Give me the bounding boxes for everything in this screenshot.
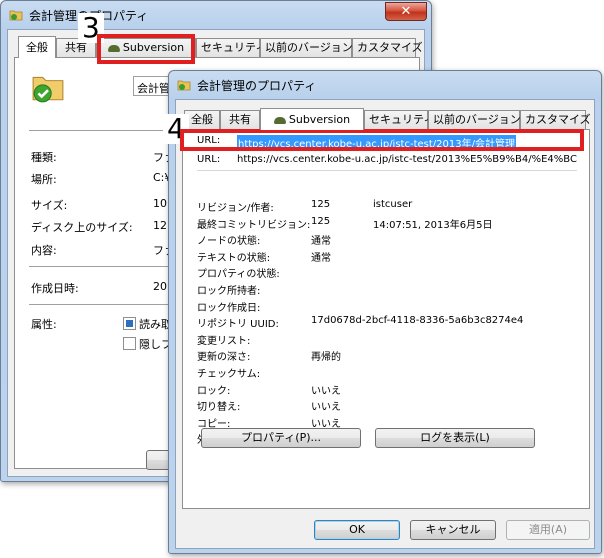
url-decoded-label: URL:: [197, 154, 221, 165]
type-label: 種類:: [31, 151, 57, 164]
front-tab-previous-versions[interactable]: 以前のバージョン: [428, 110, 521, 129]
callout-box-url: [180, 129, 584, 151]
info-label: リポジトリ UUID:: [197, 319, 279, 331]
info-value: いいえ: [311, 402, 341, 414]
front-tab-customize[interactable]: カスタマイズ: [520, 110, 591, 129]
info-label: ロック作成日:: [197, 302, 261, 314]
info-label: プロパティの状態:: [197, 269, 280, 281]
cancel-button[interactable]: キャンセル: [410, 520, 496, 540]
ok-button[interactable]: OK: [314, 520, 400, 540]
url-decoded-value[interactable]: https://vcs.center.kobe-u.ac.jp/istc-tes…: [237, 154, 577, 165]
properties-button[interactable]: プロパティ(P)...: [201, 428, 361, 448]
info-value-secondary: 14:07:51, 2013年6月5日: [373, 219, 493, 231]
info-label: ノードの状態:: [197, 236, 261, 248]
front-tab-panel: URL: https://vcs.center.kobe-u.ac.jp/ist…: [182, 129, 590, 509]
back-tab-strip: 全般 共有 Subversion セキュリティ 以前のバージョン カスタマイズ: [14, 36, 423, 58]
front-tab-security[interactable]: セキュリティ: [364, 110, 434, 129]
front-tab-general[interactable]: 全般: [184, 110, 220, 129]
size-label: サイズ:: [31, 199, 68, 212]
info-label: チェックサム:: [197, 369, 261, 380]
info-label: テキストの状態:: [197, 252, 271, 264]
info-value-secondary: istcuser: [373, 199, 413, 210]
info-label: 更新の深さ:: [197, 352, 251, 364]
front-tab-subversion[interactable]: Subversion: [260, 108, 364, 130]
front-separator: [197, 170, 577, 171]
contents-label: 内容:: [31, 244, 57, 257]
created-label: 作成日時:: [31, 282, 79, 295]
info-value: いいえ: [311, 385, 341, 397]
back-title-bar[interactable]: 会計管理のプロパティ: [1, 1, 431, 29]
back-tab-customize[interactable]: カスタマイズ: [352, 38, 423, 57]
readonly-checkbox[interactable]: [123, 317, 136, 330]
back-separator-2: [29, 266, 179, 267]
front-tab-subversion-label: Subversion: [288, 113, 351, 126]
info-label: ロック所持者:: [197, 286, 261, 297]
svn-folder-large-icon: [32, 76, 64, 103]
folder-name-value: 会計管: [137, 82, 170, 95]
back-separator-1: [29, 130, 179, 131]
turtle-icon: [273, 116, 286, 124]
location-label: 場所:: [31, 173, 57, 186]
back-tab-security[interactable]: セキュリティ: [196, 38, 266, 57]
info-label: リビジョン/作者:: [197, 203, 274, 214]
hidden-checkbox[interactable]: [123, 337, 136, 350]
apply-button[interactable]: 適用(A): [506, 520, 590, 540]
info-value: 125: [311, 199, 331, 210]
svn-folder-icon: [177, 80, 191, 91]
info-label: 変更リスト:: [197, 335, 251, 347]
back-separator-3: [29, 304, 179, 305]
info-label: ロック:: [197, 385, 231, 397]
info-value: 再帰的: [311, 352, 341, 364]
info-value: 通常: [311, 236, 331, 248]
disk-size-label: ディスク上のサイズ:: [31, 221, 133, 234]
back-close-button[interactable]: ✕: [385, 2, 427, 21]
front-tab-strip: 全般 共有 Subversion セキュリティ 以前のバージョン カスタマイズ: [182, 108, 591, 130]
info-value: 125: [311, 215, 331, 227]
front-client-area: 全般 共有 Subversion セキュリティ 以前のバージョン カスタマイズ …: [175, 99, 595, 549]
info-value: 17d0678d-2bcf-4118-8336-5a6b3c8274e4: [311, 315, 524, 327]
back-tab-general[interactable]: 全般: [18, 36, 56, 58]
info-label: 最終コミットリビジョン:: [197, 219, 311, 231]
attributes-label: 属性:: [31, 318, 57, 331]
svn-folder-icon: [9, 10, 23, 21]
back-tab-previous-versions[interactable]: 以前のバージョン: [260, 38, 353, 57]
info-label: 切り替え:: [197, 402, 241, 414]
show-log-button[interactable]: ログを表示(L): [375, 428, 535, 448]
info-value: 通常: [311, 252, 331, 264]
front-tab-sharing[interactable]: 共有: [220, 110, 260, 129]
front-window-title: 会計管理のプロパティ: [197, 79, 317, 93]
callout-box-subversion-tab: [97, 34, 195, 64]
front-title-bar[interactable]: 会計管理のプロパティ: [169, 71, 601, 99]
